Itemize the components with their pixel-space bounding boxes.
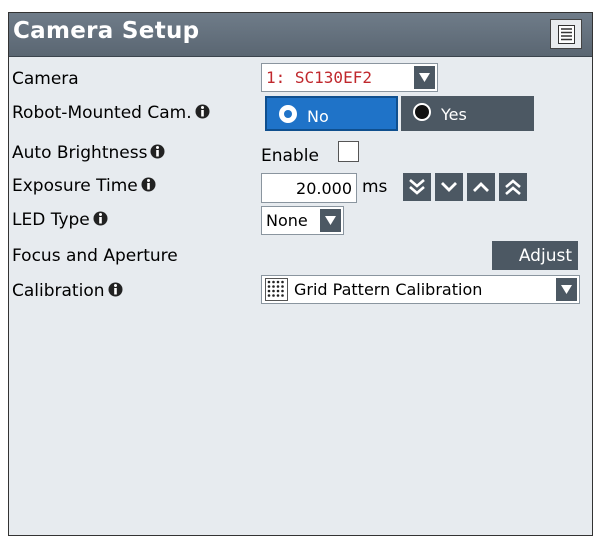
auto-brightness-checkbox[interactable]: [338, 141, 359, 162]
calibration-select[interactable]: Grid Pattern Calibration: [261, 275, 580, 304]
robot-mounted-yes-label: Yes: [441, 105, 467, 124]
panel-titlebar: Camera Setup: [9, 13, 592, 57]
camera-row: Camera 1: SC130EF2: [9, 63, 592, 95]
exposure-unit: ms: [362, 177, 388, 197]
info-icon[interactable]: [195, 103, 210, 125]
exposure-input[interactable]: 20.000: [261, 173, 357, 203]
robot-mounted-no-option[interactable]: No: [265, 96, 398, 131]
radio-unselected-icon: [413, 103, 431, 121]
chevron-up-icon: [473, 182, 489, 192]
list-icon: [558, 25, 575, 44]
exposure-label: Exposure Time: [12, 176, 156, 198]
menu-button[interactable]: [550, 19, 582, 49]
exposure-increase-large-button[interactable]: [499, 173, 527, 201]
info-icon[interactable]: [108, 281, 123, 303]
robot-mounted-yes-option[interactable]: Yes: [401, 96, 534, 131]
camera-select[interactable]: 1: SC130EF2: [261, 63, 438, 92]
robot-mounted-label: Robot-Mounted Cam.: [12, 103, 210, 125]
enable-checkbox-label: Enable: [261, 146, 319, 166]
exposure-row: Exposure Time 20.000 ms: [9, 170, 592, 203]
robot-mounted-row: Robot-Mounted Cam. No Yes: [9, 96, 592, 131]
info-icon[interactable]: [150, 143, 165, 165]
double-chevron-up-icon: [505, 179, 521, 195]
calibration-row: Calibration Grid Pattern Calibration: [9, 275, 592, 307]
adjust-button[interactable]: Adjust: [492, 241, 578, 270]
radio-selected-icon: [279, 105, 297, 123]
info-icon[interactable]: [141, 176, 156, 198]
led-type-row: LED Type None: [9, 204, 592, 236]
dropdown-arrow-icon: [556, 278, 577, 301]
calibration-label: Calibration: [12, 281, 123, 303]
exposure-increase-button[interactable]: [467, 173, 495, 201]
adjust-button-label: Adjust: [518, 246, 572, 266]
led-type-value: None: [266, 211, 308, 230]
led-type-select[interactable]: None: [261, 206, 344, 235]
led-type-label: LED Type: [12, 210, 108, 232]
auto-brightness-row: Auto Brightness Enable: [9, 137, 592, 169]
focus-row: Focus and Aperture Adjust: [9, 240, 592, 272]
panel-title: Camera Setup: [13, 18, 200, 44]
dropdown-arrow-icon: [414, 66, 435, 89]
double-chevron-down-icon: [409, 179, 425, 195]
grid-pattern-icon: [265, 278, 288, 305]
exposure-value: 20.000: [296, 179, 352, 198]
exposure-decrease-button[interactable]: [435, 173, 463, 201]
info-icon[interactable]: [93, 210, 108, 232]
exposure-decrease-large-button[interactable]: [403, 173, 431, 201]
focus-label: Focus and Aperture: [12, 246, 178, 266]
dropdown-arrow-icon: [320, 209, 341, 232]
auto-brightness-label: Auto Brightness: [12, 143, 165, 165]
camera-select-value: 1: SC130EF2: [266, 68, 372, 87]
camera-setup-panel: Camera Setup Camera 1: SC130EF2 Robot-Mo…: [8, 12, 593, 536]
robot-mounted-no-label: No: [307, 107, 329, 126]
chevron-down-icon: [441, 182, 457, 192]
camera-label: Camera: [12, 69, 79, 89]
calibration-value: Grid Pattern Calibration: [294, 280, 483, 299]
